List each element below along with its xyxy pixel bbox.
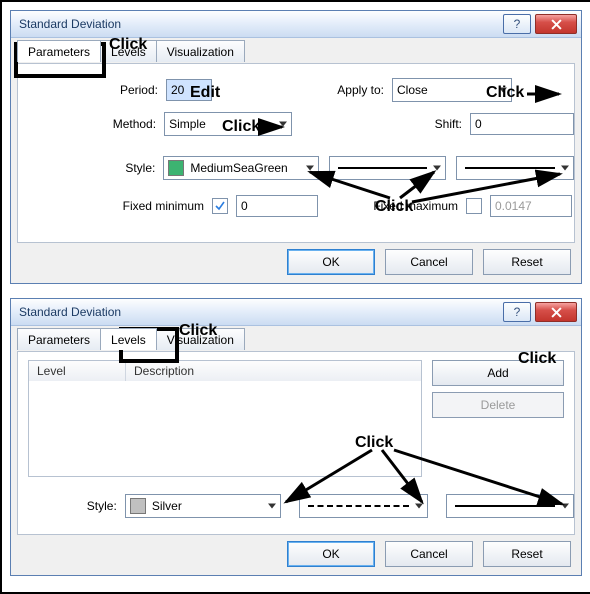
color-select[interactable]: MediumSeaGreen: [163, 156, 318, 180]
style-label: Style:: [18, 499, 125, 513]
titlebar[interactable]: Standard Deviation ?: [11, 11, 581, 38]
fixedmax-input[interactable]: [490, 195, 572, 217]
dialog-standard-deviation-1: Standard Deviation ? Parameters Levels V…: [10, 10, 582, 284]
cancel-button[interactable]: Cancel: [385, 541, 473, 567]
line-width-select[interactable]: [446, 494, 574, 518]
tab-visualization[interactable]: Visualization: [156, 328, 245, 350]
tab-bar: Parameters Levels Visualization: [11, 38, 581, 62]
fixedmax-label: Fixed maximum: [318, 199, 466, 213]
chevron-down-icon: [279, 122, 287, 127]
delete-button: Delete: [432, 392, 564, 418]
chevron-down-icon: [415, 504, 423, 509]
color-value: Silver: [152, 499, 182, 513]
color-swatch-icon: [130, 498, 146, 514]
tab-levels[interactable]: Levels: [100, 40, 157, 62]
tab-levels[interactable]: Levels: [100, 328, 157, 350]
col-level: Level: [29, 361, 126, 381]
cancel-button[interactable]: Cancel: [385, 249, 473, 275]
chevron-down-icon: [268, 504, 276, 509]
shift-label: Shift:: [292, 117, 470, 131]
fixedmin-input[interactable]: [236, 195, 318, 217]
close-icon: [551, 19, 562, 30]
tab-visualization[interactable]: Visualization: [156, 40, 245, 62]
tab-parameters[interactable]: Parameters: [17, 328, 101, 350]
titlebar[interactable]: Standard Deviation ?: [11, 299, 581, 326]
style-label: Style:: [18, 161, 163, 175]
line-width-select[interactable]: [456, 156, 574, 180]
levels-list-header: Level Description: [28, 360, 422, 382]
chevron-down-icon: [499, 88, 507, 93]
help-button[interactable]: ?: [503, 14, 531, 34]
levels-panel: Level Description Add Delete Style: Silv…: [17, 351, 575, 535]
window-title: Standard Deviation: [11, 305, 501, 319]
period-label: Period:: [18, 83, 166, 97]
chevron-down-icon: [561, 166, 569, 171]
parameters-panel: Period: Apply to: Close Method: Simple S…: [17, 63, 575, 243]
line-style-select[interactable]: [299, 494, 427, 518]
dialog-buttons: OK Cancel Reset: [287, 541, 571, 567]
applyto-select[interactable]: Close: [392, 78, 512, 102]
color-swatch-icon: [168, 160, 184, 176]
color-value: MediumSeaGreen: [190, 161, 287, 175]
method-select[interactable]: Simple: [164, 112, 292, 136]
dialog-buttons: OK Cancel Reset: [287, 249, 571, 275]
fixedmin-checkbox[interactable]: [212, 198, 228, 214]
method-value: Simple: [169, 117, 206, 131]
line-style-select[interactable]: [329, 156, 447, 180]
close-button[interactable]: [535, 302, 577, 322]
fixedmin-label: Fixed minimum: [18, 199, 212, 213]
period-input[interactable]: [166, 79, 212, 101]
help-button[interactable]: ?: [503, 302, 531, 322]
tab-parameters[interactable]: Parameters: [17, 40, 101, 62]
chevron-down-icon: [433, 166, 441, 171]
method-label: Method:: [18, 117, 164, 131]
chevron-down-icon: [306, 166, 314, 171]
col-description: Description: [126, 361, 421, 381]
dialog-standard-deviation-2: Standard Deviation ? Parameters Levels V…: [10, 298, 582, 576]
levels-list[interactable]: [28, 381, 422, 477]
reset-button[interactable]: Reset: [483, 249, 571, 275]
applyto-label: Apply to:: [212, 83, 392, 97]
close-icon: [551, 307, 562, 318]
chevron-down-icon: [561, 504, 569, 509]
ok-button[interactable]: OK: [287, 249, 375, 275]
applyto-value: Close: [397, 83, 428, 97]
window-title: Standard Deviation: [11, 17, 501, 31]
close-button[interactable]: [535, 14, 577, 34]
add-button[interactable]: Add: [432, 360, 564, 386]
color-select[interactable]: Silver: [125, 494, 281, 518]
reset-button[interactable]: Reset: [483, 541, 571, 567]
shift-input[interactable]: [470, 113, 574, 135]
fixedmax-checkbox[interactable]: [466, 198, 482, 214]
ok-button[interactable]: OK: [287, 541, 375, 567]
tab-bar: Parameters Levels Visualization: [11, 326, 581, 350]
